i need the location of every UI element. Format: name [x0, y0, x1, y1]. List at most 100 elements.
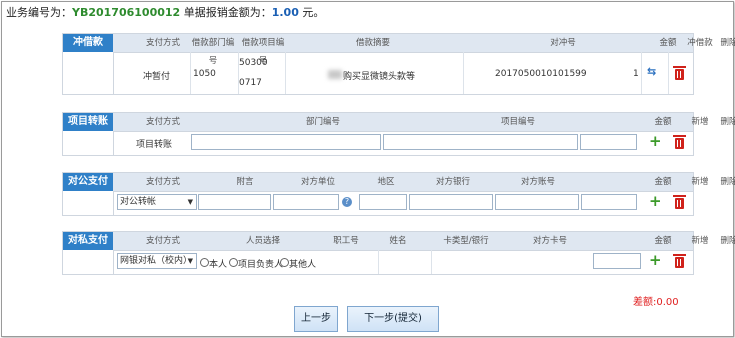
amount-input[interactable] — [593, 253, 641, 269]
section-duigong: 对公支付 支付方式 附言 对方单位 地区 对方银行 对方账号 金额 新增 删除 … — [62, 172, 735, 216]
col-header: 金额 — [654, 117, 672, 127]
table-header: 支付方式 部门编号 项目编号 金额 新增 删除 — [113, 113, 735, 132]
chevron-down-icon: ▼ — [187, 198, 193, 206]
col-header: 部门编号 — [305, 117, 340, 127]
bank-input[interactable] — [409, 194, 493, 210]
col-header: 新增 — [691, 177, 709, 187]
col-header: 支付方式 — [145, 38, 180, 48]
col-header: 对方账号 — [520, 177, 555, 187]
col-header: 冲借款 — [687, 38, 713, 48]
col-divider — [463, 52, 464, 94]
help-icon[interactable]: ? — [342, 197, 352, 207]
delete-icon[interactable] — [673, 135, 686, 149]
section-label: 对私支付 — [63, 232, 113, 250]
col-header: 支付方式 — [145, 177, 180, 187]
col-divider — [378, 250, 379, 274]
col-header: 金额 — [654, 236, 672, 246]
amount-input[interactable] — [580, 134, 637, 150]
amount-input[interactable] — [581, 194, 637, 210]
difference-amount: 差额:0.00 — [633, 297, 679, 308]
col-header: 删除 — [720, 236, 735, 246]
section-label: 对公支付 — [63, 173, 113, 191]
col-header: 对冲号 — [550, 38, 576, 48]
plus-icon[interactable]: + — [649, 134, 662, 149]
radio-other[interactable] — [280, 258, 289, 267]
table-header: 支付方式 附言 对方单位 地区 对方银行 对方账号 金额 新增 删除 — [113, 173, 735, 192]
col-header: 支付方式 — [145, 117, 180, 127]
chevron-down-icon: ▼ — [187, 257, 193, 265]
section-left-col — [63, 250, 114, 274]
delete-icon[interactable] — [673, 254, 686, 268]
pay-method: 项目转账 — [136, 140, 173, 150]
section-chongjie: 冲借款 支付方式 借款部门编号 借款项目编号 借款摘要 对冲号 金额 冲借款 删… — [62, 33, 735, 95]
col-header: 对方银行 — [435, 177, 470, 187]
project-no-line1: 50300 — [239, 58, 268, 68]
radio-label: 项目负责人 — [238, 260, 284, 270]
note-input[interactable] — [198, 194, 271, 210]
swap-icon[interactable]: ⇆ — [647, 65, 656, 78]
table-header: 支付方式 借款部门编号 借款项目编号 借款摘要 对冲号 金额 冲借款 删除 — [113, 34, 735, 66]
prev-button[interactable]: 上一步 — [294, 306, 338, 332]
summary-header: 业务编号为：YB201706100012 单据报销金额为：1.00 元。 — [6, 4, 324, 20]
amount: 1 — [633, 69, 639, 79]
radio-project-leader[interactable] — [229, 258, 238, 267]
section-label: 项目转账 — [63, 113, 113, 131]
select-value: 对公转帐 — [120, 197, 157, 207]
header-suffix: 元。 — [302, 6, 325, 19]
col-header: 项目编号 — [500, 117, 535, 127]
section-label: 冲借款 — [63, 34, 113, 52]
col-header: 新增 — [691, 236, 709, 246]
col-divider — [190, 52, 191, 94]
col-header: 地区 — [377, 177, 395, 187]
pay-method-select[interactable]: 对公转帐 ▼ — [117, 194, 197, 210]
col-header: 姓名 — [389, 236, 407, 246]
col-header: 金额 — [654, 177, 672, 187]
section-left-col — [63, 191, 114, 215]
offset-number: 2017050010101599 — [495, 69, 587, 79]
radio-label: 其他人 — [289, 260, 317, 270]
plus-icon[interactable]: + — [649, 253, 662, 268]
plus-icon[interactable]: + — [649, 194, 662, 209]
col-header: 对方单位 — [300, 177, 335, 187]
dept-no-input[interactable] — [191, 134, 381, 150]
radio-self[interactable] — [200, 258, 209, 267]
col-header: 新增 — [691, 117, 709, 127]
project-no-input[interactable] — [383, 134, 578, 150]
delete-icon[interactable] — [673, 66, 686, 80]
delete-icon[interactable] — [673, 195, 686, 209]
pay-method: 冲暂付 — [143, 72, 171, 82]
col-header: 人员选择 — [245, 236, 280, 246]
loan-summary: 购买显微镜头款等 — [343, 72, 416, 82]
radio-label: 本人 — [209, 260, 228, 270]
section-xiangmu: 项目转账 支付方式 部门编号 项目编号 金额 新增 删除 项目转账 + — [62, 112, 735, 156]
section-left-col — [63, 131, 114, 155]
col-divider — [641, 52, 642, 94]
dept-no: 1050 — [193, 69, 216, 79]
business-code: YB201706100012 — [72, 6, 181, 19]
col-header: 卡类型/银行 — [443, 236, 489, 246]
pay-method-select[interactable]: 网银对私（校内） ▼ — [117, 253, 197, 269]
col-header: 借款摘要 — [355, 38, 390, 48]
header-mid: 单据报销金额为： — [183, 6, 272, 19]
counterparty-input[interactable] — [273, 194, 339, 210]
col-header: 支付方式 — [145, 236, 180, 246]
col-header: 删除 — [720, 177, 735, 187]
next-submit-button[interactable]: 下一步(提交) — [347, 306, 439, 332]
col-header: 金额 — [659, 38, 677, 48]
select-value: 网银对私（校内） — [120, 256, 193, 266]
account-input[interactable] — [495, 194, 579, 210]
col-header: 删除 — [720, 38, 735, 48]
total-amount: 1.00 — [271, 6, 299, 19]
section-dusi: 对私支付 支付方式 人员选择 职工号 姓名 卡类型/银行 对方卡号 金额 新增 … — [62, 231, 735, 275]
col-divider — [431, 250, 432, 274]
col-header: 借款部门编号 — [191, 38, 235, 66]
project-no-line2: 0717 — [239, 78, 262, 88]
col-header: 对方卡号 — [532, 236, 567, 246]
header-prefix: 业务编号为： — [6, 6, 72, 19]
col-header: 职工号 — [333, 236, 359, 246]
region-input[interactable] — [359, 194, 407, 210]
col-header: 附言 — [236, 177, 254, 187]
table-header: 支付方式 人员选择 职工号 姓名 卡类型/银行 对方卡号 金额 新增 删除 — [113, 232, 735, 251]
col-divider — [668, 52, 669, 94]
redacted-text — [328, 70, 342, 79]
